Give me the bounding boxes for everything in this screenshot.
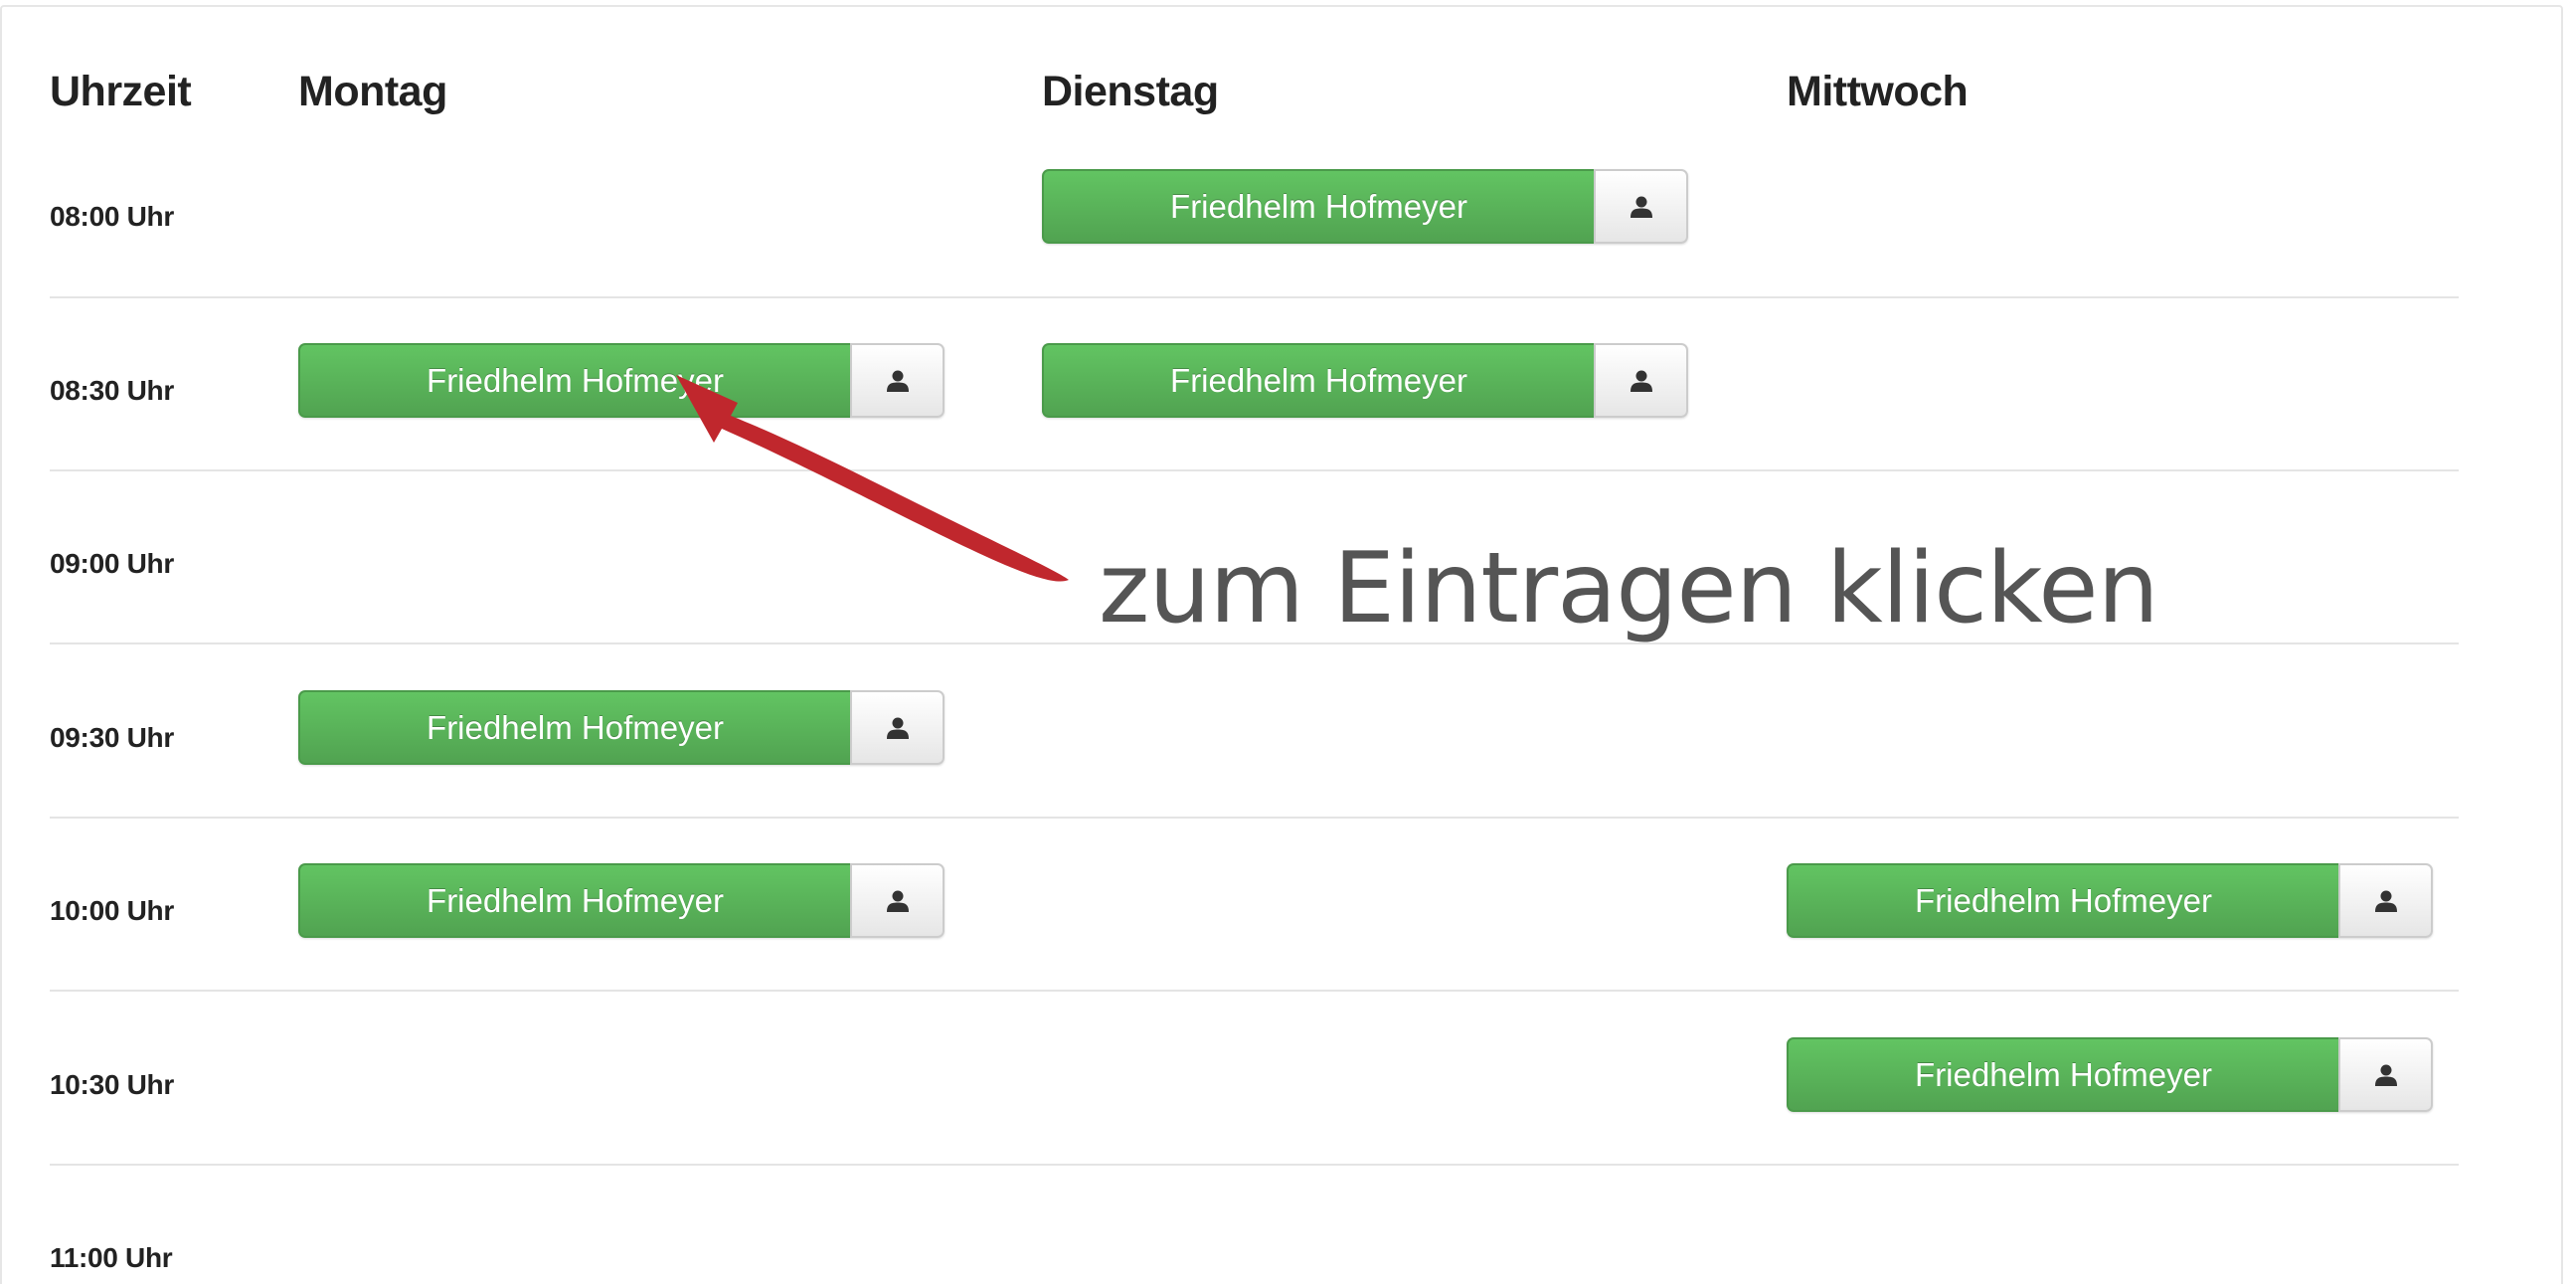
user-icon <box>2374 890 2397 912</box>
user-icon <box>1630 196 1652 218</box>
slot-user-button[interactable] <box>850 863 945 938</box>
slot-book-button[interactable]: Friedhelm Hofmeyer <box>298 863 850 938</box>
slot-book-button[interactable]: Friedhelm Hofmeyer <box>1042 343 1594 418</box>
slot-book-button[interactable]: Friedhelm Hofmeyer <box>1042 169 1594 244</box>
user-icon <box>2374 1064 2397 1086</box>
row-divider <box>50 990 2459 992</box>
time-label-0830: 08:30 Uhr <box>50 375 174 406</box>
slot-monday-1000: Friedhelm Hofmeyer <box>298 863 945 938</box>
row-divider <box>50 469 2459 471</box>
slot-wednesday-1000: Friedhelm Hofmeyer <box>1787 863 2433 938</box>
slot-wednesday-1030: Friedhelm Hofmeyer <box>1787 1037 2433 1112</box>
slot-monday-0830: Friedhelm Hofmeyer <box>298 343 945 418</box>
user-icon <box>886 717 909 739</box>
user-icon <box>886 890 909 912</box>
time-label-0930: 09:30 Uhr <box>50 722 174 753</box>
user-icon <box>1630 370 1652 392</box>
slot-tuesday-0800: Friedhelm Hofmeyer <box>1042 169 1688 244</box>
header-monday: Montag <box>298 68 447 115</box>
row-divider <box>50 817 2459 819</box>
slot-book-button[interactable]: Friedhelm Hofmeyer <box>1787 863 2338 938</box>
row-divider <box>50 1164 2459 1166</box>
slot-tuesday-0830: Friedhelm Hofmeyer <box>1042 343 1688 418</box>
time-label-1100: 11:00 Uhr <box>50 1242 173 1273</box>
slot-user-button[interactable] <box>1594 343 1688 418</box>
slot-user-button[interactable] <box>2338 863 2433 938</box>
user-icon <box>886 370 909 392</box>
annotation-text: zum Eintragen klicken <box>1099 532 2159 645</box>
header-wednesday: Mittwoch <box>1787 68 1969 115</box>
slot-user-button[interactable] <box>2338 1037 2433 1112</box>
header-time: Uhrzeit <box>50 68 192 115</box>
slot-book-button[interactable]: Friedhelm Hofmeyer <box>1787 1037 2338 1112</box>
slot-user-button[interactable] <box>1594 169 1688 244</box>
time-label-0900: 09:00 Uhr <box>50 548 174 579</box>
slot-user-button[interactable] <box>850 690 945 765</box>
header-tuesday: Dienstag <box>1042 68 1219 115</box>
time-label-0800: 08:00 Uhr <box>50 201 174 232</box>
time-label-1000: 10:00 Uhr <box>50 895 174 926</box>
slot-book-button[interactable]: Friedhelm Hofmeyer <box>298 343 850 418</box>
row-divider <box>50 296 2459 298</box>
slot-book-button[interactable]: Friedhelm Hofmeyer <box>298 690 850 765</box>
slot-monday-0930: Friedhelm Hofmeyer <box>298 690 945 765</box>
schedule-page: Uhrzeit Montag Dienstag Mittwoch 08:00 U… <box>0 0 2576 1284</box>
time-label-1030: 10:30 Uhr <box>50 1069 174 1100</box>
slot-user-button[interactable] <box>850 343 945 418</box>
